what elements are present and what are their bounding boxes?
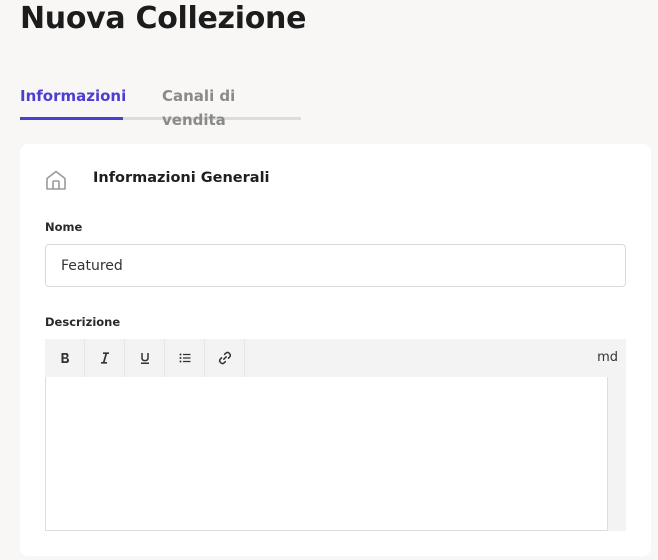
general-info-card: Informazioni Generali Nome Descrizione — [20, 144, 651, 556]
page: Nuova Collezione Informazioni Canali di … — [0, 0, 658, 560]
section-title: Informazioni Generali — [93, 170, 270, 186]
link-icon — [218, 351, 231, 365]
bold-icon — [61, 353, 69, 363]
link-button[interactable] — [205, 339, 245, 377]
tab-canali-di-vendita[interactable]: Canali di vendita — [123, 84, 301, 129]
list-button[interactable] — [165, 339, 205, 377]
italic-button[interactable] — [85, 339, 125, 377]
name-input[interactable] — [45, 244, 626, 287]
description-editor: md — [45, 339, 626, 531]
description-label: Descrizione — [45, 315, 121, 329]
list-icon — [179, 353, 190, 363]
bold-button[interactable] — [45, 339, 85, 377]
underline-button[interactable] — [125, 339, 165, 377]
section-header: Informazioni Generali — [44, 166, 270, 194]
editor-toolbar: md — [45, 339, 626, 377]
home-icon — [44, 168, 68, 192]
tab-informazioni[interactable]: Informazioni — [20, 84, 126, 120]
markdown-mode-label[interactable]: md — [597, 350, 618, 365]
underline-icon — [140, 353, 149, 365]
editor-gutter — [608, 377, 626, 531]
italic-icon — [100, 352, 109, 364]
page-title: Nuova Collezione — [20, 1, 307, 36]
description-textarea[interactable] — [45, 377, 608, 531]
tab-bar: Informazioni Canali di vendita — [20, 84, 301, 129]
name-label: Nome — [45, 220, 83, 234]
